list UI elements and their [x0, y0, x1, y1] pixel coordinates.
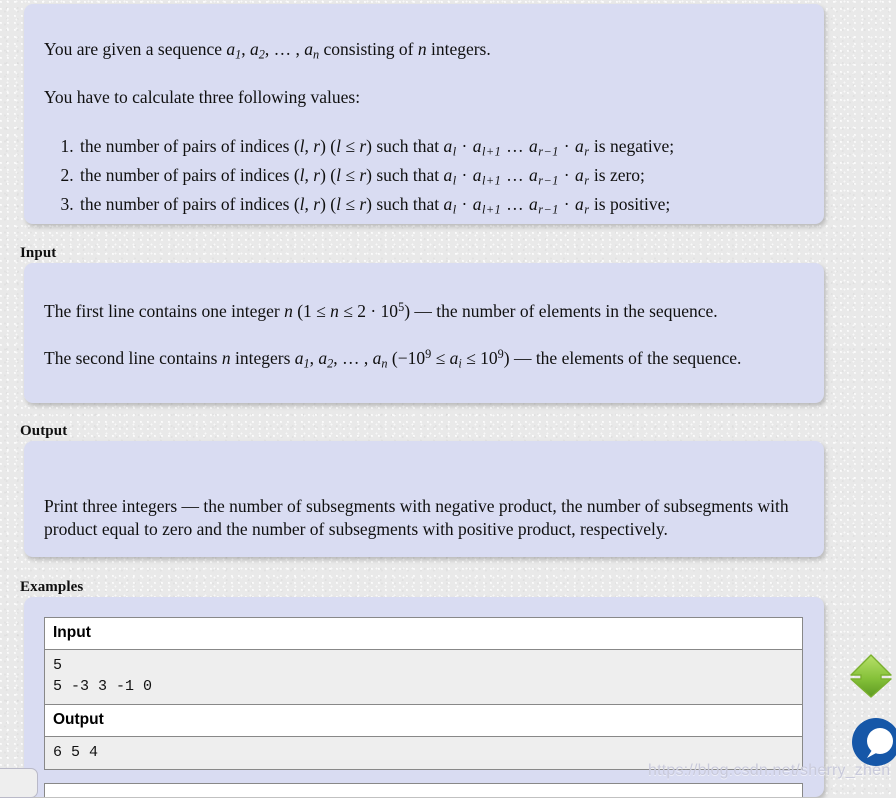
claim-3-leq: ≤	[341, 193, 360, 214]
input-line2-open: (−10	[387, 348, 426, 369]
next-example-table-partial	[44, 783, 803, 797]
input-line1-suffix: — the number of elements in the sequence…	[410, 301, 718, 321]
problem-statement-panel: You are given a sequence a1, a2, … , an …	[24, 4, 824, 224]
input-section-panel: The first line contains one integer n (1…	[24, 263, 824, 403]
claim-1-tail: is negative;	[589, 135, 675, 156]
claim-2-comma: ,	[304, 164, 314, 185]
input-line1-paragraph: The first line contains one integer n (1…	[44, 300, 804, 323]
input-line2-le2: ≤ 10	[461, 348, 498, 369]
claim-3-comma: ,	[304, 193, 314, 214]
example-output-header: Output	[44, 703, 803, 737]
table-row-input-value: 5 5 -3 3 -1 0	[44, 649, 803, 705]
claim-1-product: al · al+1 … ar−1 · ar	[443, 135, 590, 159]
claim-1-leq: ≤	[341, 135, 360, 156]
input-section-heading: Input	[20, 245, 57, 261]
input-line2-prefix: The second line contains	[44, 348, 222, 369]
scroll-to-top-arrow-icon[interactable]	[848, 652, 894, 698]
input-line2-le1: ≤	[431, 348, 450, 369]
claim-2-tail: is zero;	[589, 164, 645, 185]
input-line2-paragraph: The second line contains n integers a1 , …	[44, 347, 804, 370]
seq-an: an	[304, 39, 320, 62]
input-line2-suffix: — the elements of the sequence.	[509, 348, 742, 369]
input-line1-open: (1 ≤	[292, 301, 331, 321]
seq-comma1: ,	[241, 39, 251, 59]
examples-section-heading: Examples	[20, 579, 84, 595]
input-line2-ai: ai	[449, 348, 462, 371]
claim-3-mid: ) (	[320, 193, 337, 214]
table-row-output-header: Output	[44, 703, 803, 737]
intro-end: integers.	[426, 39, 491, 59]
claim-1-lead: the number of pairs of indices (	[80, 135, 300, 156]
seq-ellipsis: , … ,	[264, 39, 305, 59]
input-line2-ellipsis: , … ,	[333, 348, 373, 369]
output-inner: Print three integers — the number of sub…	[24, 441, 824, 541]
claim-2-product: al · al+1 … ar−1 · ar	[443, 164, 590, 188]
claim-2-such: ) such that	[366, 164, 444, 185]
floating-action-icons	[848, 652, 896, 792]
output-section-heading: Output	[20, 423, 68, 439]
claim-3-such: ) such that	[366, 193, 444, 214]
claim-3-lead: the number of pairs of indices (	[80, 193, 300, 214]
claim-3-product: al · al+1 … ar−1 · ar	[443, 193, 590, 217]
intro-n: n	[417, 39, 427, 59]
bottom-left-partial-card	[0, 768, 38, 798]
claim-item-1: the number of pairs of indices (l, r) (l…	[78, 135, 798, 158]
claim-2-leq: ≤	[341, 164, 360, 185]
claim-item-3: the number of pairs of indices (l, r) (l…	[78, 193, 798, 216]
problem-statement-page: You are given a sequence a1, a2, … , an …	[0, 0, 896, 798]
intro-prefix: You are given a sequence	[44, 39, 227, 59]
input-line2-a2: a2	[318, 348, 334, 371]
input-line1-var2: n	[330, 301, 339, 321]
example-test-table: Input 5 5 -3 3 -1 0 Output 6 5 4	[44, 617, 803, 770]
input-inner: The first line contains one integer n (1…	[24, 263, 824, 371]
output-description-paragraph: Print three integers — the number of sub…	[44, 495, 789, 539]
claim-2-mid: ) (	[320, 164, 337, 185]
statement-inner: You are given a sequence a1, a2, … , an …	[24, 4, 824, 216]
input-line2-mid1: integers	[230, 348, 295, 369]
intro-suffix: consisting of	[319, 39, 418, 59]
statement-calc-paragraph: You have to calculate three following va…	[44, 87, 361, 108]
claim-1-comma: ,	[304, 135, 314, 156]
seq-a2: a2	[250, 39, 265, 62]
input-line1-var: n	[284, 301, 293, 321]
seq-a1: a1	[226, 39, 242, 62]
input-line2-an: an	[372, 348, 388, 371]
example-input-header: Input	[44, 617, 803, 650]
statement-claims-list: the number of pairs of indices (l, r) (l…	[44, 135, 798, 217]
statement-intro-paragraph: You are given a sequence a1, a2, … , an …	[44, 38, 798, 61]
claim-item-2: the number of pairs of indices (l, r) (l…	[78, 164, 798, 187]
claim-3-tail: is positive;	[589, 193, 671, 214]
input-line1-prefix: The first line contains one integer	[44, 301, 285, 321]
chat-bubble-icon[interactable]	[850, 716, 896, 768]
claim-1-such: ) such that	[366, 135, 444, 156]
table-row-input-header: Input	[44, 617, 803, 650]
input-line2-var: n	[221, 348, 231, 369]
output-section-panel: Print three integers — the number of sub…	[24, 441, 824, 557]
claim-2-lead: the number of pairs of indices (	[80, 164, 300, 185]
input-line2-a1: a1	[294, 348, 310, 371]
input-line1-mid: ≤ 2 · 10	[338, 301, 399, 321]
example-input-value[interactable]: 5 5 -3 3 -1 0	[44, 649, 803, 705]
claim-1-mid: ) (	[320, 135, 337, 156]
